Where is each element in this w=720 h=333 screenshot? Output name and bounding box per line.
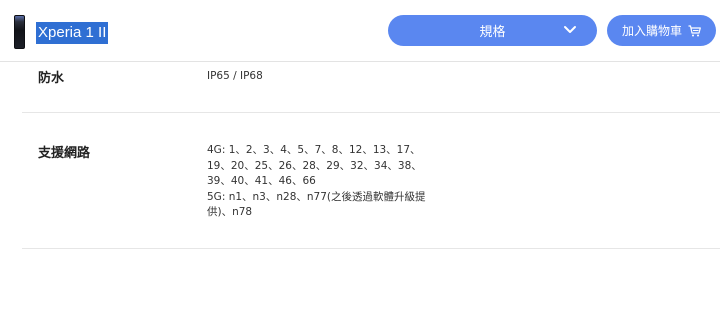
spec-value-line: 5G: n1、n3、n28、n77(之後透過軟體升級提: [207, 190, 426, 203]
spec-value-line: 供)、n78: [207, 206, 253, 218]
spec-label-network: 支援網路: [38, 146, 91, 161]
spec-label-waterproof: 防水: [38, 71, 65, 86]
spec-value-line: IP65 / IP68: [207, 70, 263, 82]
product-header-bar: Xperia 1 II 規格 加入購物車: [0, 0, 720, 62]
add-to-cart-button[interactable]: 加入購物車: [607, 15, 716, 46]
cart-icon: [688, 24, 701, 36]
spec-row-network: 支援網路 4G: 1、2、3、4、5、7、8、12、13、17、 19、20、2…: [22, 113, 720, 249]
product-thumbnail: [14, 15, 25, 49]
spec-dropdown-button[interactable]: 規格: [388, 15, 597, 46]
product-name: Xperia 1 II: [36, 22, 109, 44]
spec-value-line: 39、40、41、46、66: [207, 175, 316, 187]
spec-value-waterproof: IP65 / IP68: [207, 69, 437, 85]
chevron-down-icon: [564, 26, 576, 33]
spec-button-label: 規格: [479, 25, 506, 40]
spec-row-waterproof: 防水 IP65 / IP68: [22, 62, 720, 113]
spec-value-line: 19、20、25、26、28、29、32、34、38、: [207, 159, 422, 172]
spec-value-line: 4G: 1、2、3、4、5、7、8、12、13、17、: [207, 144, 421, 156]
cart-button-label: 加入購物車: [621, 24, 682, 38]
spec-value-network: 4G: 1、2、3、4、5、7、8、12、13、17、 19、20、25、26、…: [207, 143, 437, 221]
